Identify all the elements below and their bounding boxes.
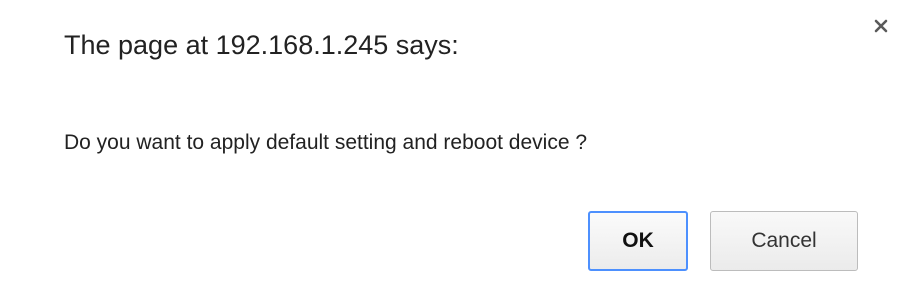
dialog-button-row: OK Cancel bbox=[588, 211, 858, 271]
dialog-title: The page at 192.168.1.245 says: bbox=[64, 30, 459, 60]
close-icon[interactable] bbox=[869, 14, 893, 38]
ok-button[interactable]: OK bbox=[588, 211, 688, 271]
cancel-button[interactable]: Cancel bbox=[710, 211, 858, 271]
dialog-message: Do you want to apply default setting and… bbox=[64, 131, 588, 154]
confirm-dialog: The page at 192.168.1.245 says: Do you w… bbox=[0, 0, 921, 307]
